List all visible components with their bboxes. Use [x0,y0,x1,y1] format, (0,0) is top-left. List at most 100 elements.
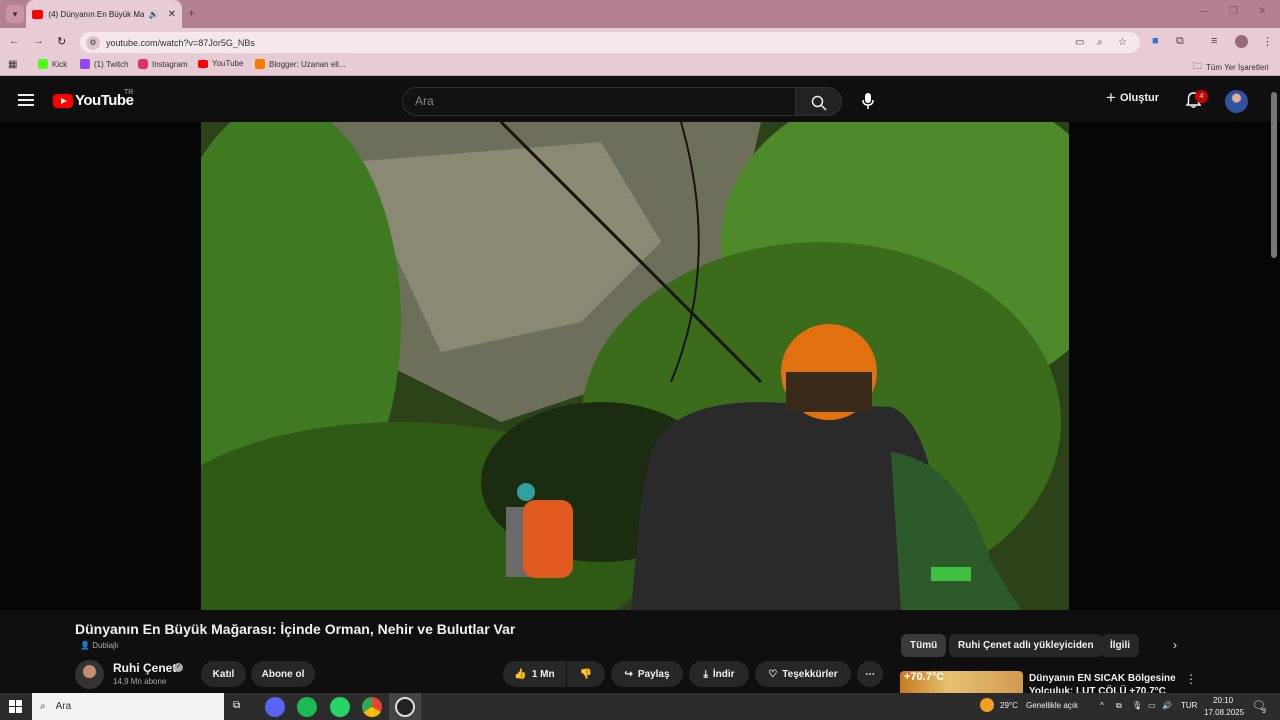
tab-close-icon[interactable]: ✕ [168,9,176,20]
language-indicator[interactable]: TUR [1181,701,1197,710]
thumbs-down-icon: 👎 [579,668,593,680]
bookmark-blogger[interactable]: Blogger: Uzanan ell... [255,59,346,69]
subscribe-button[interactable]: Abone ol [251,661,315,687]
tray-overflow-icon[interactable]: ^ [1100,701,1104,710]
bookmarks-bar [0,56,1280,76]
active-app-chrome[interactable] [389,693,421,720]
microphone-tray-icon[interactable]: 🎙 [1132,701,1142,710]
bookmark-youtube[interactable]: YouTube [198,59,243,68]
taskbar-search[interactable]: ⌕ Ara [32,693,224,720]
url-text: youtube.com/watch?v=87Jor5G_NBs [106,37,255,48]
extensions-icon[interactable]: ⧉ [1176,35,1184,48]
weather-desc[interactable]: Genellikle açık [1026,701,1078,710]
download-button[interactable]: ⤓ İndir [689,661,749,687]
video-title: Dünyanın En Büyük Mağarası: İçinde Orman… [75,621,516,637]
related-more-icon[interactable]: ⋮ [1185,672,1197,686]
dubbed-label: 👤 Dublajlı [80,641,119,650]
related-video-thumbnail[interactable]: +70.7°C [900,671,1023,693]
channel-avatar[interactable] [75,660,104,689]
bookmark-star-icon[interactable]: ☆ [1118,37,1127,48]
menu-icon[interactable]: ⋮ [1262,35,1273,48]
forward-icon[interactable]: → [33,35,44,47]
plus-icon: + [1106,88,1116,107]
dislike-button[interactable]: 👎 [567,661,605,687]
chip-from-uploader[interactable]: Ruhi Çenet adlı yükleyiciden [949,634,1103,657]
search-icon [811,95,827,111]
more-icon: ⋯ [865,668,875,680]
translate-icon[interactable]: ■ [1152,35,1159,47]
windows-start-icon[interactable] [9,700,22,713]
chips-next-icon[interactable]: › [1173,638,1177,652]
video-scene-image [201,122,1069,610]
youtube-favicon-icon [32,9,44,19]
new-tab-button[interactable]: + [188,6,195,20]
chip-related[interactable]: İlgili [1101,634,1139,657]
notification-badge: 4 [1195,90,1208,103]
restore-icon[interactable]: ❐ [1229,6,1238,17]
page-scrollbar[interactable] [1271,92,1277,258]
dubbed-icon: 👤 [80,641,90,650]
verified-check-icon: ✓ [174,663,183,672]
guide-menu-icon[interactable] [18,94,34,106]
reload-icon[interactable]: ↻ [57,35,66,48]
video-frame[interactable] [201,122,1069,610]
clock-time[interactable]: 20:10 [1213,696,1233,705]
microphone-icon[interactable] [862,93,874,109]
network-icon[interactable]: ▭ [1148,701,1156,710]
all-bookmarks[interactable]: 🗀 Tüm Yer İşaretleri [1193,59,1269,75]
super-thanks-icon: ♡ [768,668,778,680]
share-icon: ↪ [624,668,633,680]
like-button[interactable]: 👍 1 Mn [503,661,566,687]
weather-icon [980,698,994,712]
folder-icon: 🗀 [1193,61,1203,71]
task-view-icon[interactable]: ⧉ [233,700,240,711]
tab-title: (4) Dünyanın En Büyük Mağ [48,9,144,19]
instagram-icon [138,59,148,69]
chip-all[interactable]: Tümü [901,634,947,657]
audio-playing-icon[interactable]: 🔊 [149,10,159,19]
apps-icon[interactable]: ▦ [8,59,17,70]
tray-app-icon[interactable]: ⧉ [1116,701,1122,711]
chrome-icon[interactable] [362,697,382,717]
tab-search-button[interactable]: ▾ [6,5,24,23]
minimize-icon[interactable]: — [1199,6,1209,17]
youtube-icon [198,59,208,68]
youtube-logo-icon[interactable] [53,94,73,108]
subscriber-count: 14,9 Mn abone [113,677,167,686]
blogger-icon [255,59,265,69]
site-info-icon[interactable]: ⚙ [86,35,100,50]
back-icon[interactable]: ← [9,35,20,47]
search-input[interactable]: Ara [402,87,796,116]
browser-tab[interactable]: (4) Dünyanın En Büyük Mağ 🔊 ✕ [26,0,182,28]
download-icon: ⤓ [703,668,708,680]
more-actions-button[interactable]: ⋯ [857,661,883,687]
join-button[interactable]: Katıl [201,661,246,687]
create-button[interactable]: + Oluştur [1106,88,1159,107]
spotify-icon[interactable] [297,697,317,717]
twitch-icon [80,59,90,69]
kick-icon [38,59,48,69]
notification-center-count: 9 [1262,708,1266,715]
volume-icon[interactable]: 🔊 [1162,701,1172,710]
cast-icon[interactable]: ▭ [1075,37,1084,48]
close-window-icon[interactable]: ✕ [1258,6,1266,17]
thanks-button[interactable]: ♡ Teşekkürler [755,661,851,687]
whatsapp-icon[interactable] [330,697,350,717]
profile-icon[interactable] [1235,35,1248,48]
share-button[interactable]: ↪ Paylaş [611,661,683,687]
weather-temp[interactable]: 29°C [1000,701,1018,710]
zoom-icon[interactable]: ⌕ [1097,37,1103,48]
tab-search-icon[interactable]: ≡ [1211,35,1217,47]
bookmark-instagram[interactable]: Instagram [138,59,188,69]
bookmark-kick[interactable]: Kick [38,59,67,69]
address-bar[interactable]: ⚙ youtube.com/watch?v=87Jor5G_NBs [80,32,1140,53]
account-avatar[interactable] [1225,90,1248,113]
search-button[interactable] [795,87,842,116]
channel-name[interactable]: Ruhi Çenet [113,661,176,675]
clock-date[interactable]: 17.08.2025 [1204,708,1244,717]
bookmark-twitch[interactable]: (1) Twitch [80,59,129,69]
thumbs-up-icon: 👍 [514,668,527,680]
related-video-title[interactable]: Dünyanın EN SICAK Bölgesine Yolculuk: LU… [1029,672,1179,693]
discord-icon[interactable] [265,697,285,717]
region-code: TR [124,89,134,96]
